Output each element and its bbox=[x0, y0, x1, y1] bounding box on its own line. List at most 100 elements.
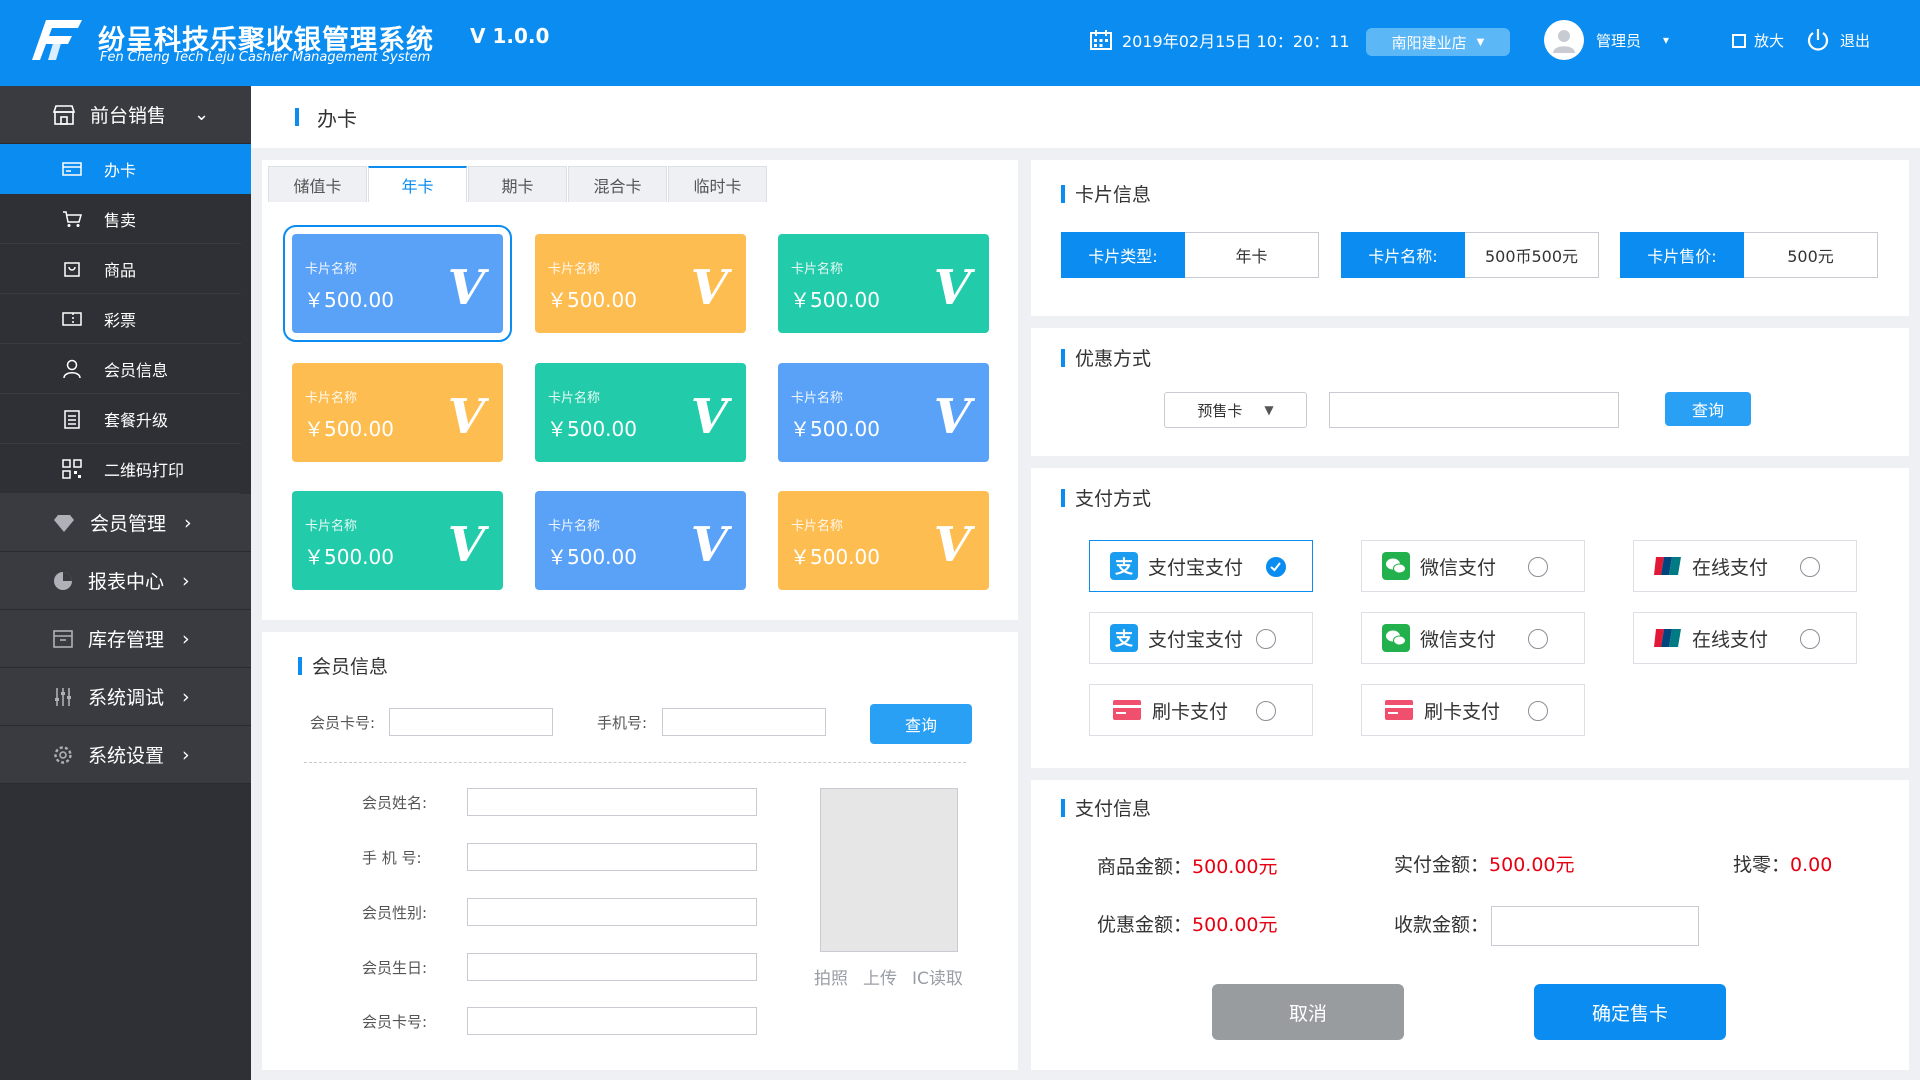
store-label: 南阳建业店 bbox=[1391, 33, 1467, 52]
card-name-label: 卡片名称 bbox=[791, 519, 844, 534]
store-select[interactable]: 南阳建业店 ▼ bbox=[1366, 28, 1510, 56]
received-label: 收款金额： bbox=[1394, 914, 1490, 936]
cart-icon bbox=[63, 210, 82, 227]
card-price: ￥500.00 bbox=[790, 417, 880, 441]
received-amount-input[interactable] bbox=[1491, 906, 1699, 946]
vip-badge-icon: V bbox=[690, 517, 728, 573]
member-query-button[interactable]: 查询 bbox=[870, 704, 972, 744]
member-name-input[interactable] bbox=[467, 788, 757, 816]
member-birthday-input[interactable] bbox=[467, 953, 757, 981]
change-value: 0.00 bbox=[1790, 854, 1833, 876]
photo-capture-link[interactable]: 拍照 bbox=[814, 964, 848, 989]
card-price: ￥500.00 bbox=[547, 417, 637, 441]
discount-input[interactable] bbox=[1329, 392, 1619, 428]
bag-icon bbox=[64, 261, 80, 277]
sidebar-item-member-info[interactable]: 会员信息 bbox=[0, 344, 241, 394]
goods-amount-label: 商品金额： bbox=[1097, 856, 1193, 878]
card-option[interactable]: 卡片名称 ￥500.00 V bbox=[292, 363, 503, 462]
sidebar-item-card[interactable]: 办卡 bbox=[0, 144, 251, 194]
chevron-right-icon: › bbox=[184, 511, 192, 534]
ic-read-link[interactable]: IC读取 bbox=[912, 964, 963, 989]
member-phone-input[interactable] bbox=[467, 843, 757, 871]
title-accent bbox=[1061, 488, 1065, 507]
svg-text:支: 支 bbox=[1114, 628, 1134, 650]
vip-badge-icon: V bbox=[933, 260, 971, 316]
card-icon bbox=[62, 162, 82, 176]
card-price: ￥500.00 bbox=[547, 288, 637, 312]
sidebar-group-member[interactable]: 会员管理 › bbox=[0, 494, 251, 552]
page-title-bar: 办卡 bbox=[251, 86, 1920, 148]
section-title-text: 支付信息 bbox=[1075, 798, 1152, 820]
pay-option-label: 微信支付 bbox=[1420, 556, 1497, 579]
card-option[interactable]: 卡片名称 ￥500.00 V bbox=[778, 491, 989, 590]
card-option[interactable]: 卡片名称 ￥500.00 V bbox=[778, 234, 989, 333]
tab-annual[interactable]: 年卡 bbox=[368, 166, 467, 202]
wechat-icon bbox=[1382, 552, 1410, 580]
sidebar-group-label: 报表中心 bbox=[88, 571, 165, 593]
pay-option-card[interactable]: 刷卡支付 bbox=[1089, 684, 1313, 736]
card-info-title: 卡片信息 bbox=[1061, 180, 1151, 207]
zoom-button[interactable]: 放大 bbox=[1732, 30, 1784, 51]
member-gender-input[interactable] bbox=[467, 898, 757, 926]
member-name-label: 会员姓名: bbox=[362, 794, 428, 812]
pay-option-wechat[interactable]: 微信支付 bbox=[1361, 540, 1585, 592]
member-card-input[interactable] bbox=[389, 708, 553, 736]
card-name-label: 卡片名称 bbox=[791, 262, 844, 277]
card-option[interactable]: 卡片名称 ￥500.00 V bbox=[283, 225, 512, 342]
pay-option-online[interactable]: 在线支付 bbox=[1633, 540, 1857, 592]
card-option[interactable]: 卡片名称 ￥500.00 V bbox=[535, 363, 746, 462]
user-menu[interactable]: 管理员 ▾ bbox=[1544, 20, 1669, 60]
change-amount: 找零：0.00 bbox=[1733, 850, 1832, 877]
card-type-tabs: 储值卡 年卡 期卡 混合卡 临时卡 bbox=[268, 166, 768, 202]
sidebar-item-sell[interactable]: 售卖 bbox=[0, 194, 241, 244]
member-card-no-input[interactable] bbox=[467, 1007, 757, 1035]
card-option[interactable]: 卡片名称 ￥500.00 V bbox=[535, 491, 746, 590]
sidebar-item-goods[interactable]: 商品 bbox=[0, 244, 241, 294]
pay-option-alipay[interactable]: 支 支付宝支付 bbox=[1089, 612, 1313, 664]
discount-select[interactable]: 预售卡 ▼ bbox=[1164, 392, 1307, 428]
card-type-value: 年卡 bbox=[1185, 232, 1319, 278]
qrcode-icon bbox=[62, 458, 82, 479]
card-option[interactable]: 卡片名称 ￥500.00 V bbox=[778, 363, 989, 462]
tab-stored-value[interactable]: 储值卡 bbox=[268, 166, 367, 202]
card-option[interactable]: 卡片名称 ￥500.00 V bbox=[292, 491, 503, 590]
sidebar-group-debug[interactable]: 系统调试 › bbox=[0, 668, 251, 726]
member-card-no-label: 会员卡号: bbox=[362, 1013, 428, 1031]
title-accent bbox=[1061, 798, 1065, 817]
confirm-sell-card-button[interactable]: 确定售卡 bbox=[1534, 984, 1726, 1040]
exit-button[interactable]: 退出 bbox=[1806, 28, 1870, 52]
sidebar-group-sales[interactable]: 前台销售 ⌄ bbox=[0, 86, 251, 144]
member-phone-label: 手 机 号: bbox=[362, 849, 422, 867]
sidebar-group-reports[interactable]: 报表中心 › bbox=[0, 552, 251, 610]
sidebar-item-qrcode[interactable]: 二维码打印 bbox=[0, 444, 241, 494]
pay-option-card[interactable]: 刷卡支付 bbox=[1361, 684, 1585, 736]
actual-amount-value: 500.00元 bbox=[1489, 854, 1575, 876]
sidebar-item-label: 办卡 bbox=[104, 161, 137, 180]
user-name: 管理员 bbox=[1596, 31, 1642, 50]
actual-amount-label: 实付金额： bbox=[1394, 854, 1490, 876]
ticket-icon bbox=[62, 311, 82, 326]
phone-input[interactable] bbox=[662, 708, 826, 736]
sidebar-item-package[interactable]: 套餐升级 bbox=[0, 394, 241, 444]
divider bbox=[304, 762, 966, 763]
card-name-label: 卡片名称 bbox=[305, 519, 358, 534]
pay-option-alipay[interactable]: 支 支付宝支付 bbox=[1089, 540, 1313, 592]
cancel-button[interactable]: 取消 bbox=[1212, 984, 1404, 1040]
card-type-label: 卡片类型: bbox=[1061, 232, 1185, 278]
sidebar-group-inventory[interactable]: 库存管理 › bbox=[0, 610, 251, 668]
vip-badge-icon: V bbox=[690, 389, 728, 445]
photo-upload-link[interactable]: 上传 bbox=[863, 964, 897, 989]
radio-unchecked-icon bbox=[1528, 701, 1548, 721]
tab-period[interactable]: 期卡 bbox=[468, 166, 567, 202]
discount-query-button[interactable]: 查询 bbox=[1665, 392, 1751, 426]
sidebar-group-settings[interactable]: 系统设置 › bbox=[0, 726, 251, 784]
card-option[interactable]: 卡片名称 ￥500.00 V bbox=[535, 234, 746, 333]
card-name-label: 卡片名称 bbox=[791, 391, 844, 406]
pay-option-label: 刷卡支付 bbox=[1152, 700, 1229, 723]
tab-mixed[interactable]: 混合卡 bbox=[568, 166, 667, 202]
pay-option-online[interactable]: 在线支付 bbox=[1633, 612, 1857, 664]
pay-option-wechat[interactable]: 微信支付 bbox=[1361, 612, 1585, 664]
sidebar-item-lottery[interactable]: 彩票 bbox=[0, 294, 241, 344]
tab-temporary[interactable]: 临时卡 bbox=[668, 166, 767, 202]
vip-badge-icon: V bbox=[933, 517, 971, 573]
